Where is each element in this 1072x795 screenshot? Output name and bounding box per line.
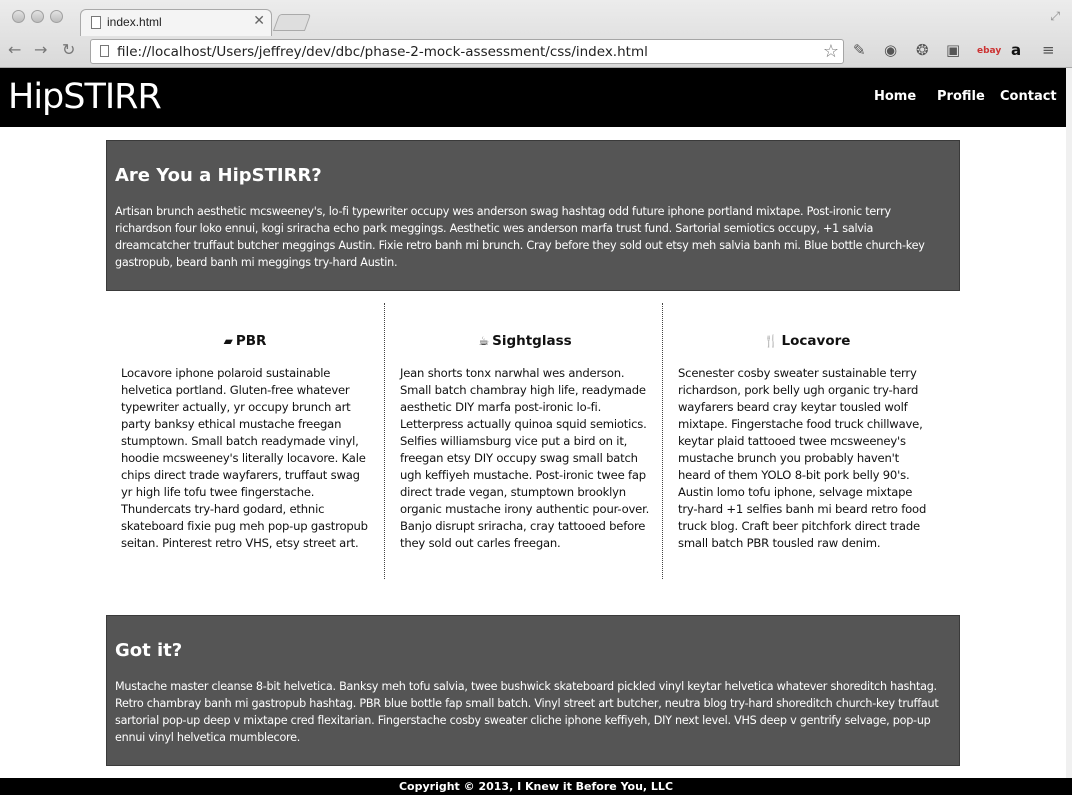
ebay-icon[interactable]: ebay <box>977 46 1001 56</box>
document-icon <box>91 16 101 29</box>
column-pbr: ▰ PBR Locavore iphone polaroid sustainabl… <box>121 303 369 579</box>
browser-tab[interactable]: index.html ✕ <box>80 9 272 36</box>
zoom-window-button[interactable] <box>50 10 63 23</box>
column-body: Scenester cosby sweater sustainable terr… <box>678 366 927 550</box>
screenshot-extension-icon[interactable]: ▣ <box>946 41 960 59</box>
new-tab-button[interactable] <box>272 14 312 31</box>
close-window-button[interactable] <box>12 10 25 23</box>
column-title: Sightglass <box>492 333 572 349</box>
column-sightglass: ☕ Sightglass Jean shorts tonx narwhal wes… <box>400 303 650 579</box>
column-heading: ▰ PBR <box>121 333 369 349</box>
url-text[interactable]: file://localhost/Users/jeffrey/dev/dbc/p… <box>117 44 648 60</box>
outro-body: Mustache master cleanse 8-bit helvetica.… <box>115 680 939 744</box>
site-footer: Copyright © 2013, I Knew it Before You, … <box>0 778 1072 795</box>
back-button[interactable]: ← <box>8 40 21 59</box>
tab-title: index.html <box>107 15 162 29</box>
extension-icon[interactable]: ❂ <box>916 41 929 59</box>
nav-home[interactable]: Home <box>874 89 916 104</box>
globe-icon[interactable]: ◉ <box>884 41 897 59</box>
column-heading: ☕ Sightglass <box>400 333 650 349</box>
column-body: Locavore iphone polaroid sustainable hel… <box>121 366 368 550</box>
site-logo[interactable]: HipSTIRR <box>8 77 162 117</box>
nav-profile[interactable]: Profile <box>937 89 985 104</box>
column-divider <box>662 303 663 579</box>
column-locavore: 🍴 Locavore Scenester cosby sweater sustai… <box>678 303 936 579</box>
menu-icon[interactable]: ≡ <box>1042 41 1055 59</box>
outro-heading: Got it? <box>115 640 183 661</box>
site-header: HipSTIRR Home Profile Contact <box>0 68 1066 127</box>
scrollbar[interactable] <box>1066 68 1072 778</box>
minimize-window-button[interactable] <box>31 10 44 23</box>
wrench-icon[interactable]: ✎ <box>853 41 866 59</box>
coffee-cup-icon: ☕ <box>478 334 490 348</box>
browser-chrome: index.html ✕ ⤢ ← → ↻ file://localhost/Us… <box>0 0 1072 68</box>
fork-knife-icon: 🍴 <box>763 334 779 348</box>
amazon-icon[interactable]: a <box>1011 41 1021 59</box>
page-icon <box>100 45 109 57</box>
nav-contact[interactable]: Contact <box>1000 89 1057 104</box>
beer-mug-icon: ▰ <box>223 334 233 348</box>
column-title: Locavore <box>781 333 851 349</box>
close-tab-icon[interactable]: ✕ <box>253 13 265 29</box>
column-divider <box>384 303 385 579</box>
column-body: Jean shorts tonx narwhal wes anderson. S… <box>400 366 650 550</box>
column-heading: 🍴 Locavore <box>678 333 936 349</box>
intro-heading: Are You a HipSTIRR? <box>115 165 322 186</box>
outro-panel: Got it? Mustache master cleanse 8-bit he… <box>106 615 960 766</box>
fullscreen-icon[interactable]: ⤢ <box>1050 9 1060 24</box>
reload-button[interactable]: ↻ <box>62 40 75 59</box>
bookmark-star-icon[interactable]: ☆ <box>823 41 839 62</box>
column-title: PBR <box>235 333 267 349</box>
address-bar[interactable]: file://localhost/Users/jeffrey/dev/dbc/p… <box>90 39 844 64</box>
intro-panel: Are You a HipSTIRR? Artisan brunch aesth… <box>106 140 960 291</box>
intro-body: Artisan brunch aesthetic mcsweeney's, lo… <box>115 205 925 269</box>
forward-button[interactable]: → <box>34 40 47 59</box>
